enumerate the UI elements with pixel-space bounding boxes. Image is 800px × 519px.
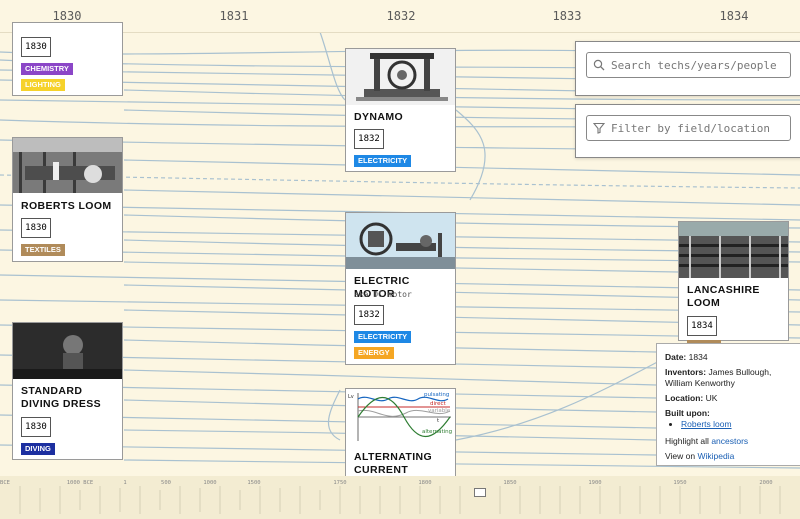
- year-label: 1834: [719, 9, 749, 23]
- card-title: ALTERNATING CURRENT: [354, 451, 433, 476]
- detail-inventors: Inventors: James Bullough, William Kenwo…: [665, 367, 797, 389]
- lancashire-loom-image: [679, 222, 788, 278]
- year-box: 1830: [21, 37, 51, 57]
- minimap-tick: 500: [161, 480, 171, 486]
- detail-inventors-label: Inventors:: [665, 367, 707, 377]
- detail-view-on: View on Wikipedia: [665, 451, 797, 462]
- year-label: 1833: [552, 9, 582, 23]
- diving-dress-image: [13, 323, 122, 379]
- detail-highlight: Highlight all ancestors: [665, 436, 797, 447]
- minimap-tick: 1500: [247, 480, 261, 486]
- card-title: LANCASHIRE LOOM: [687, 284, 760, 309]
- detail-built-upon-label: Built upon:: [665, 408, 710, 418]
- tech-card-lancashire-loom[interactable]: LANCASHIRE LOOM 1834: [678, 221, 789, 352]
- minimap-tick: 1800: [418, 480, 432, 486]
- built-upon-list: Roberts loom: [665, 419, 797, 430]
- minimap-tick: 1000: [203, 480, 217, 486]
- minimap-tick: 2000: [759, 480, 773, 486]
- tech-card-standard-diving-dress[interactable]: STANDARD DIVING DRESS 1830 diving: [12, 322, 123, 460]
- year-box: 1834: [687, 316, 717, 336]
- tech-card-electric-motor[interactable]: ELECTRIC MOTOR aka DC motor 1832 electri…: [345, 212, 456, 365]
- detail-location-label: Location:: [665, 393, 704, 403]
- electric-motor-image: [346, 213, 455, 269]
- search-panel: [575, 41, 800, 96]
- minimap-tick: 1950: [673, 480, 687, 486]
- minimap-tick: 1750: [333, 480, 347, 486]
- tech-card-roberts-loom[interactable]: ROBERTS LOOM 1830 textiles: [12, 137, 123, 262]
- detail-date: Date: 1834: [665, 352, 797, 363]
- dynamo-image: [346, 49, 455, 105]
- tag-electricity[interactable]: electricity: [354, 331, 412, 343]
- tech-card-alternating-current[interactable]: Lv pulsating direct variable t alternati…: [345, 388, 456, 480]
- detail-date-label: Date:: [665, 352, 687, 362]
- detail-built-upon: Built upon:: [665, 408, 797, 419]
- year-label: 1832: [386, 9, 416, 23]
- minimap-viewport-handle[interactable]: [474, 488, 486, 497]
- card-title: DYNAMO: [354, 111, 404, 123]
- minimap-tick: 1850: [503, 480, 517, 486]
- funnel-icon: [593, 122, 605, 134]
- minimap-tick: 1900: [588, 480, 602, 486]
- year-box: 1830: [21, 218, 51, 238]
- list-item: Roberts loom: [681, 419, 797, 430]
- minimap-tick: BCE: [0, 480, 10, 486]
- tech-card-top-left[interactable]: 1830 chemistry lighting: [12, 22, 123, 96]
- minimap-tick: 1000 BCE: [66, 480, 94, 486]
- year-label: 1831: [219, 9, 249, 23]
- detail-date-value: 1834: [688, 352, 708, 362]
- wikipedia-link[interactable]: Wikipedia: [697, 451, 734, 461]
- card-aka: aka DC motor: [354, 290, 412, 299]
- highlight-ancestors-link[interactable]: ancestors: [711, 436, 748, 446]
- year-box: 1832: [354, 129, 384, 149]
- graph-label-pulsating: pulsating: [424, 392, 449, 398]
- view-prefix: View on: [665, 451, 696, 461]
- tag-chemistry[interactable]: chemistry: [21, 63, 73, 75]
- graph-label-variable: variable: [428, 408, 451, 414]
- tag-lighting[interactable]: lighting: [21, 79, 65, 91]
- timeline-minimap[interactable]: BCE 1000 BCE 1 500 1000 1500 1750 1800 1…: [0, 476, 800, 519]
- roberts-loom-image: [13, 138, 122, 193]
- detail-location: Location: UK: [665, 393, 797, 404]
- tech-card-dynamo[interactable]: DYNAMO 1832 electricity: [345, 48, 456, 172]
- highlight-prefix: Highlight all: [665, 436, 709, 446]
- tag-electricity[interactable]: electricity: [354, 155, 412, 167]
- tag-energy[interactable]: energy: [354, 347, 394, 359]
- filter-field[interactable]: [586, 115, 791, 141]
- tag-textiles[interactable]: textiles: [21, 244, 65, 256]
- detail-location-value: UK: [705, 393, 718, 403]
- current-types-graph: Lv pulsating direct variable t alternati…: [346, 389, 455, 445]
- graph-label-direct: direct: [430, 401, 447, 407]
- search-input[interactable]: [611, 53, 786, 77]
- tech-detail-popup: Date: 1834 Inventors: James Bullough, Wi…: [656, 343, 800, 466]
- year-label: 1830: [52, 9, 82, 23]
- filter-panel: [575, 104, 800, 158]
- search-icon: [593, 59, 605, 71]
- year-box: 1832: [354, 305, 384, 325]
- card-title: STANDARD DIVING DRESS: [21, 385, 102, 410]
- tag-diving[interactable]: diving: [21, 443, 55, 455]
- graph-axis-label: Lv: [348, 394, 354, 400]
- filter-input[interactable]: [611, 116, 786, 140]
- year-box: 1830: [21, 417, 51, 437]
- minimap-tick: 1: [123, 480, 127, 486]
- graph-label-alternating: alternating: [422, 429, 452, 435]
- built-upon-link-roberts-loom[interactable]: Roberts loom: [681, 419, 732, 429]
- search-field[interactable]: [586, 52, 791, 78]
- card-title: ROBERTS LOOM: [21, 200, 112, 212]
